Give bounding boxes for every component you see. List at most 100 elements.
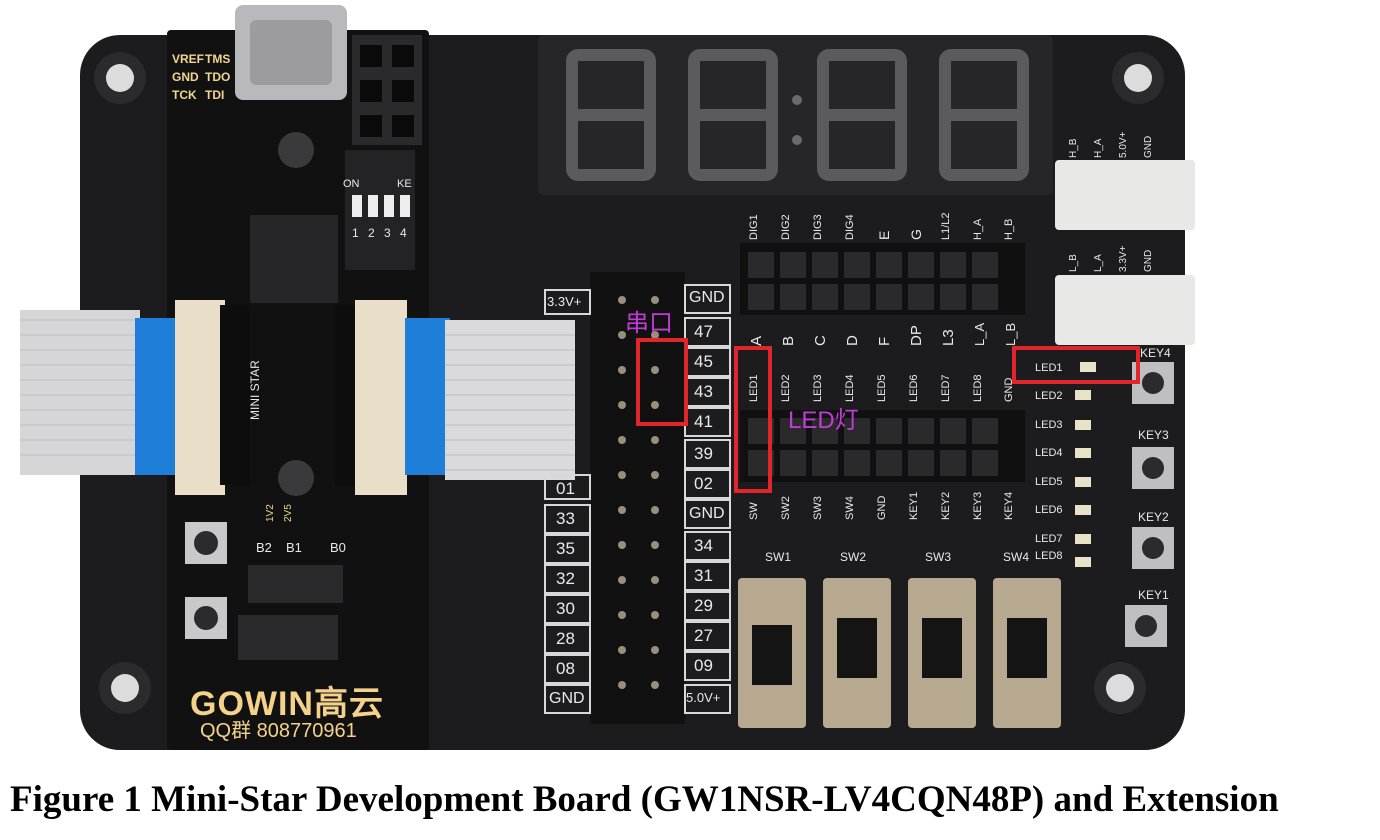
pin-label-3v3: 3.3V+: [547, 294, 582, 309]
jtag-label-tdi: TDI: [205, 88, 225, 102]
conn-label-hb: H_B: [1068, 138, 1079, 158]
bank-label-b2: B2: [256, 540, 272, 555]
hdr-label-l3: L3: [940, 329, 957, 346]
pin-label-33: 33: [556, 509, 575, 528]
conn-label-lb: L_B: [1068, 254, 1079, 272]
hdr-label-led7: LED7: [940, 374, 952, 402]
led-annotation: LED灯: [788, 407, 859, 434]
jst-connector-bottom: [1055, 275, 1195, 345]
pin-label-27: 27: [694, 626, 713, 645]
pin-label-35: 35: [556, 539, 575, 558]
jtag-label-vref: VREF: [172, 52, 205, 66]
pin-label-47: 47: [694, 322, 713, 341]
pin-label-5v0: 5.0V+: [686, 690, 721, 705]
hdr-label-dig2: DIG2: [780, 214, 792, 240]
pin-label-41: 41: [694, 412, 713, 431]
hdr-label-sw2: SW2: [780, 496, 792, 520]
ffc-connector-left: [175, 300, 225, 495]
ribbon-cable-right: [445, 320, 575, 480]
hdr-label-led3: LED3: [812, 374, 824, 402]
hdr-label-led5: LED5: [876, 374, 888, 402]
hdr-label-gnd-sw: GND: [876, 495, 888, 520]
hdr-label-sw: SW: [748, 502, 760, 520]
hdr-label-b: B: [780, 335, 797, 346]
hdr-label-led6: LED6: [908, 374, 920, 402]
model-label: MINI STAR: [248, 360, 262, 420]
led-label-led8: LED8: [1035, 550, 1063, 562]
hdr-label-gnd-led: GND: [1003, 377, 1015, 402]
dip-num-1: 1: [352, 226, 359, 240]
hdr-label-led1: LED1: [748, 374, 760, 402]
pin-label-02: 02: [694, 474, 713, 493]
hdr-label-f: F: [876, 336, 893, 346]
conn-label-gnd-bottom: GND: [1143, 249, 1154, 272]
hdr-label-key4: KEY4: [1003, 491, 1015, 520]
qq-group-label: QQ群 808770961: [200, 720, 357, 742]
pin-label-gnd-left: GND: [549, 690, 585, 707]
hdr-label-lb: L_B: [1003, 322, 1018, 346]
pin-label-28: 28: [556, 629, 575, 648]
hdr-label-key1: KEY1: [908, 491, 920, 520]
pin-label-34: 34: [694, 536, 713, 555]
hdr-label-dig3: DIG3: [812, 214, 824, 240]
key-label-key3: KEY3: [1138, 428, 1169, 442]
switch-label-sw2: SW2: [840, 550, 867, 564]
jst-connector-top: [1055, 160, 1195, 230]
dip-num-4: 4: [400, 226, 407, 240]
hdr-label-dig4: DIG4: [844, 214, 856, 240]
hdr-label-sw4: SW4: [844, 496, 856, 520]
dip-ke-label: KE: [397, 178, 412, 190]
conn-label-5v0: 5.0V+: [1118, 131, 1129, 158]
ffc-connector-right: [355, 300, 407, 495]
key-label-key2: KEY2: [1138, 510, 1169, 524]
jtag-label-tms: TMS: [205, 52, 231, 66]
pin-label-45: 45: [694, 352, 713, 371]
screw: [278, 132, 314, 168]
dip-num-3: 3: [384, 226, 391, 240]
led-label-led5: LED5: [1035, 476, 1063, 488]
bank-label-b0: B0: [330, 540, 346, 555]
conn-label-la: L_A: [1093, 254, 1104, 272]
dip-num-2: 2: [368, 226, 375, 240]
pin-label-29: 29: [694, 596, 713, 615]
hdr-label-dp: DP: [908, 325, 925, 346]
hdr-label-key3: KEY3: [972, 491, 984, 520]
key-label-key4: KEY4: [1140, 346, 1171, 360]
led-label-led6: LED6: [1035, 504, 1063, 516]
pin-label-39: 39: [694, 444, 713, 463]
led-label-led7: LED7: [1035, 533, 1063, 545]
pin-label-32: 32: [556, 569, 575, 588]
serial-port-annotation: 串口: [625, 310, 673, 337]
board-photo: VREF TMS GND TDO TCK TDI ON KE 1 2 3 4 M…: [0, 0, 1380, 840]
side-label-2v5: 2V5: [283, 504, 294, 522]
key-label-key1: KEY1: [1138, 588, 1169, 602]
bank-label-b1: B1: [286, 540, 302, 555]
pin-label-09: 09: [694, 656, 713, 675]
conn-label-gnd-top: GND: [1143, 135, 1154, 158]
hdr-label-dig1: DIG1: [748, 214, 760, 240]
jtag-label-tck: TCK: [172, 88, 197, 102]
conn-label-ha: H_A: [1093, 138, 1104, 158]
switch-label-sw3: SW3: [925, 550, 952, 564]
side-label-1v2: 1V2: [265, 504, 276, 522]
hdr-label-led8: LED8: [972, 374, 984, 402]
pin-label-43: 43: [694, 382, 713, 401]
hdr-label-led4: LED4: [844, 374, 856, 402]
pin-label-gnd-top: GND: [689, 289, 725, 306]
fpga-chip: [250, 215, 338, 303]
hdr-label-c: C: [812, 335, 829, 346]
pin-label-gnd-mid: GND: [689, 505, 725, 522]
hdr-label-d: D: [844, 335, 861, 346]
hdr-label-key2: KEY2: [940, 491, 952, 520]
hdr-label-e: E: [876, 230, 892, 240]
pin-label-08: 08: [556, 659, 575, 678]
hdr-label-la: L_A: [972, 322, 987, 346]
pin-label-01: 01: [556, 479, 575, 498]
hdr-label-led2: LED2: [780, 374, 792, 402]
hdr-label-l1l2: L1/L2: [940, 212, 952, 240]
figure-caption: Figure 1 Mini-Star Development Board (GW…: [10, 779, 1279, 820]
hdr-label-g: G: [908, 229, 924, 240]
led-label-led4: LED4: [1035, 447, 1063, 459]
hdr-label-sw3: SW3: [812, 496, 824, 520]
pin-label-30: 30: [556, 599, 575, 618]
